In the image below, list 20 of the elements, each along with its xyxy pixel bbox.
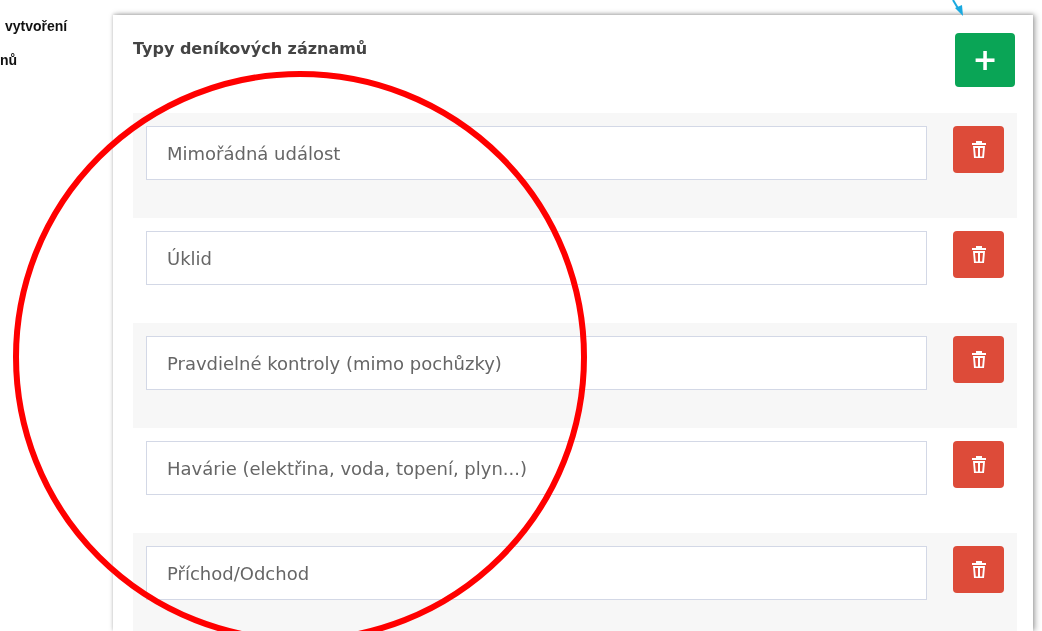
input-field[interactable]: Úklid xyxy=(146,231,927,285)
add-button[interactable]: + xyxy=(955,33,1015,87)
delete-button[interactable] xyxy=(953,336,1004,383)
delete-button[interactable] xyxy=(953,441,1004,488)
delete-button[interactable] xyxy=(953,546,1004,593)
delete-button[interactable] xyxy=(953,126,1004,173)
input-field[interactable]: Pravdielné kontroly (mimo pochůzky) xyxy=(146,336,927,390)
input-field[interactable]: Mimořádná událost xyxy=(146,126,927,180)
annotation-arrow xyxy=(952,0,963,16)
trash-icon xyxy=(970,560,987,579)
trash-icon xyxy=(970,350,987,369)
caption-text: vytvoření xyxy=(5,18,69,34)
trash-icon xyxy=(970,245,987,264)
trash-icon xyxy=(970,455,987,474)
delete-button[interactable] xyxy=(953,231,1004,278)
panel-title: Typy deníkových záznamů xyxy=(133,39,368,58)
caption-text: nů xyxy=(0,52,19,68)
input-field[interactable]: Příchod/Odchod xyxy=(146,546,927,600)
trash-icon xyxy=(970,140,987,159)
input-field[interactable]: Havárie (elektřina, voda, topení, plyn...) xyxy=(146,441,927,495)
